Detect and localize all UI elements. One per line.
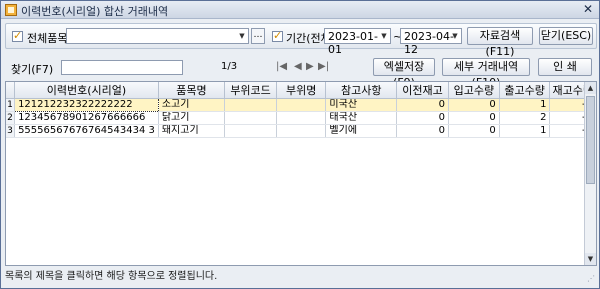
- last-page-icon[interactable]: ▶|: [318, 61, 329, 72]
- all-products-checkbox[interactable]: [12, 29, 23, 42]
- cell-part-code[interactable]: [224, 124, 278, 138]
- page-indicator: 1/3: [221, 61, 238, 72]
- window-title: 이력번호(시리얼) 합산 거래내역: [21, 5, 169, 18]
- table-row[interactable]: 3 55556567676764543434 3 돼지고기 벨기에 0 0 1 …: [6, 124, 596, 138]
- product-combo[interactable]: ▼: [66, 28, 249, 44]
- title-bar: 이력번호(시리얼) 합산 거래내역 ✕: [1, 1, 599, 19]
- date-from-field[interactable]: 2023-01-01 ▼: [324, 28, 391, 56]
- cell-part-name[interactable]: [276, 124, 327, 138]
- prev-page-icon[interactable]: ◀: [294, 61, 302, 72]
- status-text: 목록의 제목을 클릭하면 해당 항목으로 정렬됩니다.: [5, 271, 218, 282]
- period-checkbox[interactable]: [272, 29, 283, 42]
- scroll-up-icon[interactable]: ▲: [585, 82, 596, 94]
- cell-part-name[interactable]: [276, 98, 327, 112]
- transactions-grid: 이력번호(시리얼) 품목명 부위코드 부위명 참고사항 이전재고 입고수량 출고…: [5, 81, 597, 266]
- cell-note[interactable]: 벨기에: [325, 124, 397, 138]
- cell-item[interactable]: 소고기: [158, 98, 226, 112]
- header-rownum: [6, 82, 16, 99]
- chevron-down-icon: ▼: [239, 32, 245, 40]
- cell-out-qty[interactable]: 2: [499, 111, 551, 125]
- cell-part-name[interactable]: [276, 111, 327, 125]
- header-part-name[interactable]: 부위명: [276, 82, 327, 99]
- header-note[interactable]: 참고사항: [325, 82, 397, 99]
- cell-serial[interactable]: 121212232322222222: [14, 98, 159, 112]
- row-number: 3: [6, 124, 16, 138]
- cell-prev-stock[interactable]: 0: [396, 98, 449, 112]
- header-in-qty[interactable]: 입고수량: [448, 82, 500, 99]
- window: 이력번호(시리얼) 합산 거래내역 ✕ 전체품목 ▼ … 기간(전체) 2023…: [0, 0, 600, 289]
- find-input[interactable]: [61, 60, 183, 75]
- row-number: 1: [6, 98, 16, 112]
- first-page-icon[interactable]: |◀: [276, 61, 287, 72]
- cell-in-qty[interactable]: 0: [448, 111, 500, 125]
- close-icon[interactable]: ✕: [581, 3, 595, 16]
- cell-item[interactable]: 닭고기: [158, 111, 226, 125]
- cell-note[interactable]: 미국산: [325, 98, 397, 112]
- date-to-field[interactable]: 2023-04-12 ▼: [400, 28, 462, 56]
- search-button[interactable]: 자료검색(F11): [467, 27, 533, 58]
- cell-prev-stock[interactable]: 0: [396, 124, 449, 138]
- cell-serial[interactable]: 55556567676764543434 3: [14, 124, 159, 138]
- cell-item[interactable]: 돼지고기: [158, 124, 226, 138]
- chevron-down-icon: ▼: [381, 32, 387, 40]
- all-products-label: 전체품목: [27, 32, 68, 45]
- find-label: 찾기(F7): [11, 63, 54, 76]
- product-lookup-button[interactable]: …: [251, 28, 265, 44]
- cell-in-qty[interactable]: 0: [448, 98, 500, 112]
- chevron-down-icon: ▼: [452, 32, 458, 40]
- find-bar: 찾기(F7) 1/3 |◀ ◀ ▶ ▶| 엑셀저장(F9) 세부 거래내역(F1…: [5, 57, 597, 89]
- header-serial[interactable]: 이력번호(시리얼): [14, 82, 159, 99]
- cell-serial[interactable]: 12345678901267666666: [14, 111, 159, 125]
- table-row[interactable]: 1 121212232322222222 소고기 미국산 0 0 1 -1: [6, 98, 596, 112]
- header-prev-stock[interactable]: 이전재고: [396, 82, 449, 99]
- detail-transactions-button[interactable]: 세부 거래내역(F10): [442, 58, 530, 89]
- cell-out-qty[interactable]: 1: [499, 98, 551, 112]
- header-item[interactable]: 품목명: [158, 82, 226, 99]
- filter-bar: 전체품목 ▼ … 기간(전체) 2023-01-01 ▼ ~ 2023-04-1…: [5, 23, 597, 58]
- cell-note[interactable]: 태국산: [325, 111, 397, 125]
- status-bar: 목록의 제목을 클릭하면 해당 항목으로 정렬됩니다. ⋰: [5, 269, 597, 285]
- cell-out-qty[interactable]: 1: [499, 124, 551, 138]
- header-out-qty[interactable]: 출고수량: [499, 82, 551, 99]
- grid-table: 이력번호(시리얼) 품목명 부위코드 부위명 참고사항 이전재고 입고수량 출고…: [6, 82, 596, 138]
- app-icon: [5, 4, 17, 16]
- cell-part-code[interactable]: [224, 98, 278, 112]
- cell-in-qty[interactable]: 0: [448, 124, 500, 138]
- table-row[interactable]: 2 12345678901267666666 닭고기 태국산 0 0 2 -2: [6, 111, 596, 125]
- excel-export-button[interactable]: 엑셀저장(F9): [373, 58, 435, 89]
- close-button[interactable]: 닫기(ESC): [539, 27, 593, 45]
- row-number: 2: [6, 111, 16, 125]
- next-page-icon[interactable]: ▶: [306, 61, 314, 72]
- vertical-scrollbar[interactable]: ▲ ▼: [584, 82, 596, 265]
- scroll-thumb[interactable]: [586, 96, 595, 184]
- cell-prev-stock[interactable]: 0: [396, 111, 449, 125]
- print-button[interactable]: 인 쇄: [538, 58, 592, 76]
- resize-grip-icon[interactable]: ⋰: [587, 275, 595, 283]
- scroll-down-icon[interactable]: ▼: [585, 253, 596, 265]
- cell-part-code[interactable]: [224, 111, 278, 125]
- header-part-code[interactable]: 부위코드: [224, 82, 278, 99]
